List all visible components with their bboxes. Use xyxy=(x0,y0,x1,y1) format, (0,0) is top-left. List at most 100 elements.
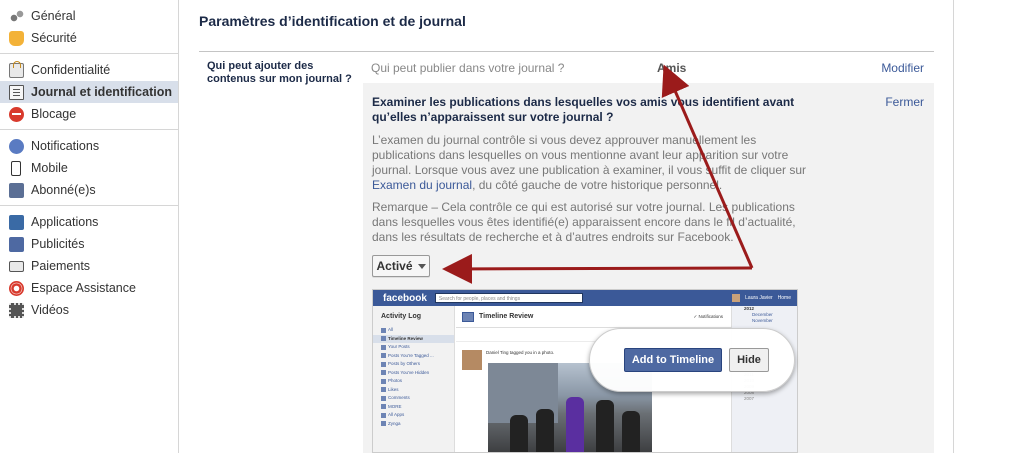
sidebar-group: Confidentialité Journal et identification… xyxy=(0,54,178,130)
preview-item-label: Zynga xyxy=(388,420,401,426)
sidebar-item-applications[interactable]: Applications xyxy=(0,211,178,233)
help-lifebuoy-icon xyxy=(9,280,24,296)
preview-activity-item: Timeline Review xyxy=(373,334,454,343)
preview-item-label: All Apps xyxy=(388,412,405,417)
preview-activity-item: Your Posts xyxy=(373,343,454,352)
chevron-down-icon xyxy=(417,263,426,269)
preview-date-label: 2007 xyxy=(744,396,755,401)
preview-activity-item: MORE xyxy=(373,403,454,412)
preview-tagger-avatar xyxy=(462,350,482,370)
ads-icon xyxy=(9,236,24,252)
sidebar-group: Applications Publicités Paiements Espace As… xyxy=(0,206,178,325)
sidebar-item-publicités[interactable]: Publicités xyxy=(0,233,178,255)
photo-person xyxy=(596,400,614,452)
preview-item-icon xyxy=(381,404,386,410)
preview-user-nav: Laura Javier Home xyxy=(732,294,791,302)
photo-person xyxy=(566,397,584,452)
review-note: Remarque – Cela contrôle ce qui est auto… xyxy=(372,200,796,244)
preview-activity-title: Activity Log xyxy=(381,313,422,320)
review-heading: Examiner les publications dans lesquelle… xyxy=(372,95,795,124)
add-to-timeline-button[interactable]: Add to Timeline xyxy=(624,348,722,372)
sidebar-item-confidentialité[interactable]: Confidentialité xyxy=(0,59,178,81)
globe-icon xyxy=(9,138,24,154)
preview-home: Home xyxy=(777,295,791,301)
preview-item-icon xyxy=(381,395,386,401)
preview-item-label: Comments xyxy=(388,395,410,400)
page-title: Paramètres d’identification et de journa… xyxy=(199,13,466,29)
sidebar-item-label: Paiements xyxy=(31,259,91,273)
sidebar-item-label: Général xyxy=(31,9,76,23)
privacy-lock-icon xyxy=(9,60,24,78)
preview-search: Search for people, places and things xyxy=(434,293,583,303)
timeline-icon xyxy=(9,84,24,100)
sidebar-item-label: Sécurité xyxy=(31,31,77,45)
preview-review-title: Timeline Review xyxy=(479,313,534,320)
setting-row-label: Qui peut ajouter des contenus sur mon jo… xyxy=(207,60,352,85)
timeline-review-icon xyxy=(462,311,474,322)
payments-card-icon xyxy=(9,260,24,272)
sidebar-group: Notifications Mobile Abonné(e)s xyxy=(0,130,178,206)
sidebar-item-abonné-e-s[interactable]: Abonné(e)s xyxy=(0,179,178,201)
sidebar-item-label: Vidéos xyxy=(31,303,69,317)
preview-item-icon xyxy=(381,336,386,342)
photo-person xyxy=(622,411,640,452)
sidebar-item-blocage[interactable]: Blocage xyxy=(0,103,178,125)
sidebar-item-label: Publicités xyxy=(31,237,85,251)
preview-review-header: Timeline Review ✓ Notifications xyxy=(456,306,731,328)
preview-tag-text: Daniel Ting tagged you in a photo. xyxy=(486,350,555,355)
preview-item-icon xyxy=(381,421,386,427)
title-divider xyxy=(199,51,934,52)
mobile-icon xyxy=(11,160,21,176)
preview-item-icon xyxy=(381,387,386,393)
sidebar-item-paiements[interactable]: Paiements xyxy=(0,255,178,277)
sidebar-item-espace-assistance[interactable]: Espace Assistance xyxy=(0,277,178,299)
preview-item-label: Posts by Others xyxy=(388,361,421,366)
sidebar-item-label: Blocage xyxy=(31,107,77,121)
sidebar-item-label: Mobile xyxy=(31,161,68,175)
photo-person xyxy=(536,409,554,452)
video-film-icon xyxy=(9,302,24,318)
preview-user: Laura Javier xyxy=(745,295,773,301)
sidebar-item-mobile[interactable]: Mobile xyxy=(0,157,178,179)
sidebar-item-journal-et-identification[interactable]: Journal et identification xyxy=(0,81,178,103)
preview-notifications: ✓ Notifications xyxy=(693,313,723,319)
close-link[interactable]: Fermer xyxy=(885,95,924,109)
sidebar-item-général[interactable]: Général xyxy=(0,5,178,27)
preview-item-icon xyxy=(381,327,386,333)
sidebar-item-label: Espace Assistance xyxy=(31,281,136,295)
preview-item-label: Posts You're Tagged ... xyxy=(388,352,434,358)
main-content: Paramètres d’identification et de journa… xyxy=(199,0,934,453)
setting-question: Qui peut publier dans votre journal ? xyxy=(371,61,565,75)
review-panel: Fermer Examiner les publications dans le… xyxy=(363,83,934,453)
preview-activity-item: Posts You're Tagged ... xyxy=(373,352,454,361)
sidebar-item-label: Abonné(e)s xyxy=(31,183,96,197)
sidebar-item-notifications[interactable]: Notifications xyxy=(0,135,178,157)
preview-item-icon xyxy=(381,361,386,367)
apps-icon xyxy=(9,214,24,230)
dropdown-value: Activé xyxy=(376,259,413,273)
preview-activity-item: Posts You've Hidden xyxy=(373,369,454,378)
description-text-end: , du côté gauche de votre historique per… xyxy=(472,178,723,192)
review-toggle-dropdown[interactable]: Activé xyxy=(372,255,430,277)
preview-activity-item: All Apps xyxy=(373,411,454,420)
preview-date-label: November xyxy=(752,318,773,323)
preview-item-label: Posts You've Hidden xyxy=(388,369,430,375)
photo-person xyxy=(510,415,528,452)
description-text: L’examen du journal contrôle si vous dev… xyxy=(372,133,807,177)
timeline-review-link[interactable]: Examen du journal xyxy=(372,178,472,192)
preview-activity-item: Zynga xyxy=(373,420,454,429)
preview-item-label: Photos xyxy=(388,378,403,383)
sidebar-item-vidéos[interactable]: Vidéos xyxy=(0,299,178,321)
preview-item-icon xyxy=(381,412,386,418)
sidebar-item-label: Notifications xyxy=(31,139,100,153)
sidebar-item-sécurité[interactable]: Sécurité xyxy=(0,27,178,49)
sidebar-item-label: Journal et identification xyxy=(31,85,172,99)
edit-link[interactable]: Modifier xyxy=(881,61,924,75)
hide-button[interactable]: Hide xyxy=(729,348,769,372)
review-description: L’examen du journal contrôle si vous dev… xyxy=(372,133,822,193)
sidebar-divider xyxy=(178,0,179,453)
preview-activity-item: Posts by Others xyxy=(373,360,454,369)
sidebar-item-label: Confidentialité xyxy=(31,63,111,77)
preview-activity-sidebar: Activity Log All Timeline Review Your Post… xyxy=(373,306,455,452)
preview-activity-item: Likes xyxy=(373,386,454,395)
